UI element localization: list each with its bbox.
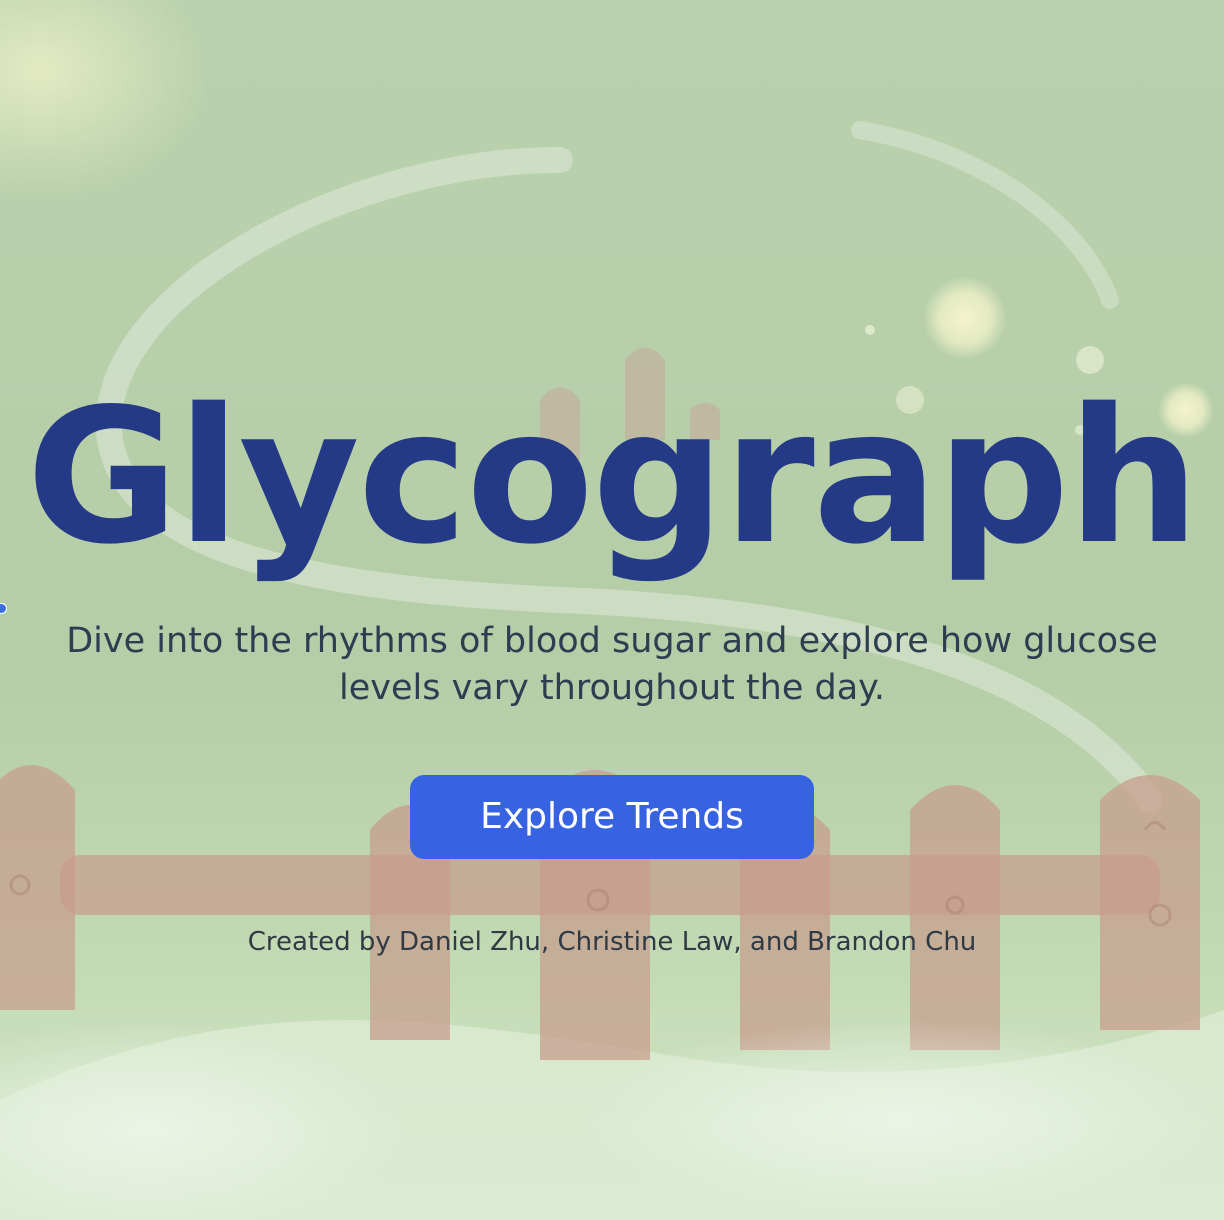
credits-text: Created by Daniel Zhu, Christine Law, an… — [247, 927, 977, 957]
explore-trends-button[interactable]: Explore Trends — [410, 775, 814, 859]
hero-section: Glycograph Dive into the rhythms of bloo… — [0, 0, 1224, 1220]
hero-subtitle: Dive into the rhythms of blood sugar and… — [66, 621, 1158, 708]
page-title: Glycograph — [26, 368, 1200, 585]
